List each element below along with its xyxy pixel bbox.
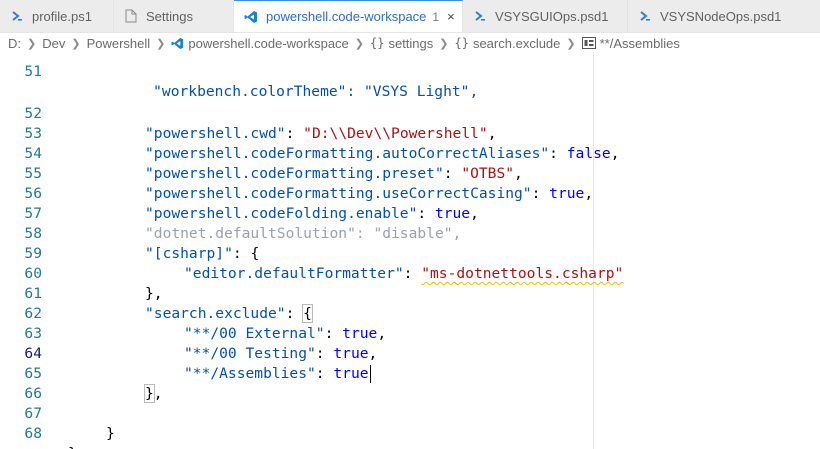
chevron-right-icon: ❯ [566,37,576,50]
vscode-icon [171,37,184,50]
breadcrumb-assemblies[interactable]: **/Assemblies [581,35,680,51]
tab-powershell-code-workspace[interactable]: powershell.code-workspace 1 × [234,0,463,32]
code-line[interactable]: 65 }, [0,344,820,403]
code-line[interactable]: 68 } [0,404,820,449]
property-icon [581,37,596,49]
chevron-right-icon: ❯ [71,37,81,50]
tab-label: Settings [146,8,193,24]
powershell-icon [638,9,652,23]
code-line[interactable]: 62 "**/00 External": true, [0,284,820,342]
breadcrumb-settings[interactable]: {} settings [370,36,433,51]
breadcrumb-settings-label: settings [388,35,434,51]
code-line[interactable]: 57 "dotnet.defaultSolution": "disable", [0,184,820,242]
chevron-right-icon: ❯ [156,37,166,50]
powershell-icon [473,9,487,23]
line-text: } [106,425,115,442]
vscode-icon [244,10,258,24]
breadcrumb-workspace[interactable]: powershell.code-workspace [171,35,349,51]
code-line[interactable]: 54 "powershell.codeFormatting.preset": "… [0,124,820,182]
code-line[interactable]: 60 }, [0,244,820,302]
code-line[interactable]: 51 "workbench.colorTheme": "VSYS Light", [0,52,820,100]
tab-label: profile.ps1 [32,8,92,24]
breadcrumb-search-exclude-label: search.exclude [472,35,561,51]
code-line[interactable]: 52 "powershell.cwd": "D:\\Dev\\Powershel… [0,84,820,142]
tab-label: VSYSNodeOps.psd1 [660,8,782,24]
code-line[interactable]: 63 "**/00 Testing": true, [0,304,820,362]
breadcrumb-dev[interactable]: Dev [42,36,65,51]
code-line[interactable]: 58 "[csharp]": { [0,204,820,262]
tab-settings[interactable]: Settings [114,0,234,32]
line-text: } [68,444,77,449]
chevron-right-icon: ❯ [27,37,37,50]
tab-dirty-count: 1 [432,9,440,24]
code-editor[interactable]: 51 "workbench.colorTheme": "VSYS Light",… [0,52,820,449]
object-braces-icon: {} [454,36,469,50]
code-line[interactable]: 55 "powershell.codeFormatting.useCorrect… [0,144,820,202]
tab-label: VSYSGUIOps.psd1 [495,8,609,24]
chevron-right-icon: ❯ [439,37,449,50]
breadcrumb-powershell[interactable]: Powershell [87,36,151,51]
code-line[interactable]: 56 "powershell.codeFolding.enable": true… [0,164,820,222]
chevron-right-icon: ❯ [354,37,365,50]
code-line[interactable]: 59 "editor.defaultFormatter": "ms-dotnet… [0,224,820,282]
powershell-icon [10,9,24,23]
tab-vsysnodeops-psd1[interactable]: VSYSNodeOps.psd1 [628,0,820,32]
line-number: 68 [24,425,42,442]
breadcrumb-drive[interactable]: D: [8,36,21,51]
code-line-current[interactable]: 64 "**/Assemblies": true [0,324,820,383]
editor-tab-bar: profile.ps1 Settings powershell.code-wor… [0,0,820,33]
line-number: 51 [24,63,42,80]
code-line[interactable]: 66 [0,364,820,402]
code-line[interactable]: 67 } [0,384,820,442]
file-icon [124,9,138,23]
code-line[interactable]: 61 "search.exclude": { [0,264,820,323]
object-braces-icon: {} [370,36,385,50]
breadcrumb-workspace-label: powershell.code-workspace [188,35,349,51]
breadcrumb: D: ❯ Dev ❯ Powershell ❯ powershell.code-… [0,32,820,54]
tab-label: powershell.code-workspace [266,9,427,24]
breadcrumb-search-exclude[interactable]: {} search.exclude [455,36,561,51]
breadcrumb-assemblies-label: **/Assemblies [599,35,680,51]
code-line[interactable]: 53 "powershell.codeFormatting.autoCorrec… [0,104,820,162]
close-icon[interactable]: × [447,9,455,24]
tab-profile-ps1[interactable]: profile.ps1 [0,0,114,32]
tab-vsysguiops-psd1[interactable]: VSYSGUIOps.psd1 [463,0,628,32]
